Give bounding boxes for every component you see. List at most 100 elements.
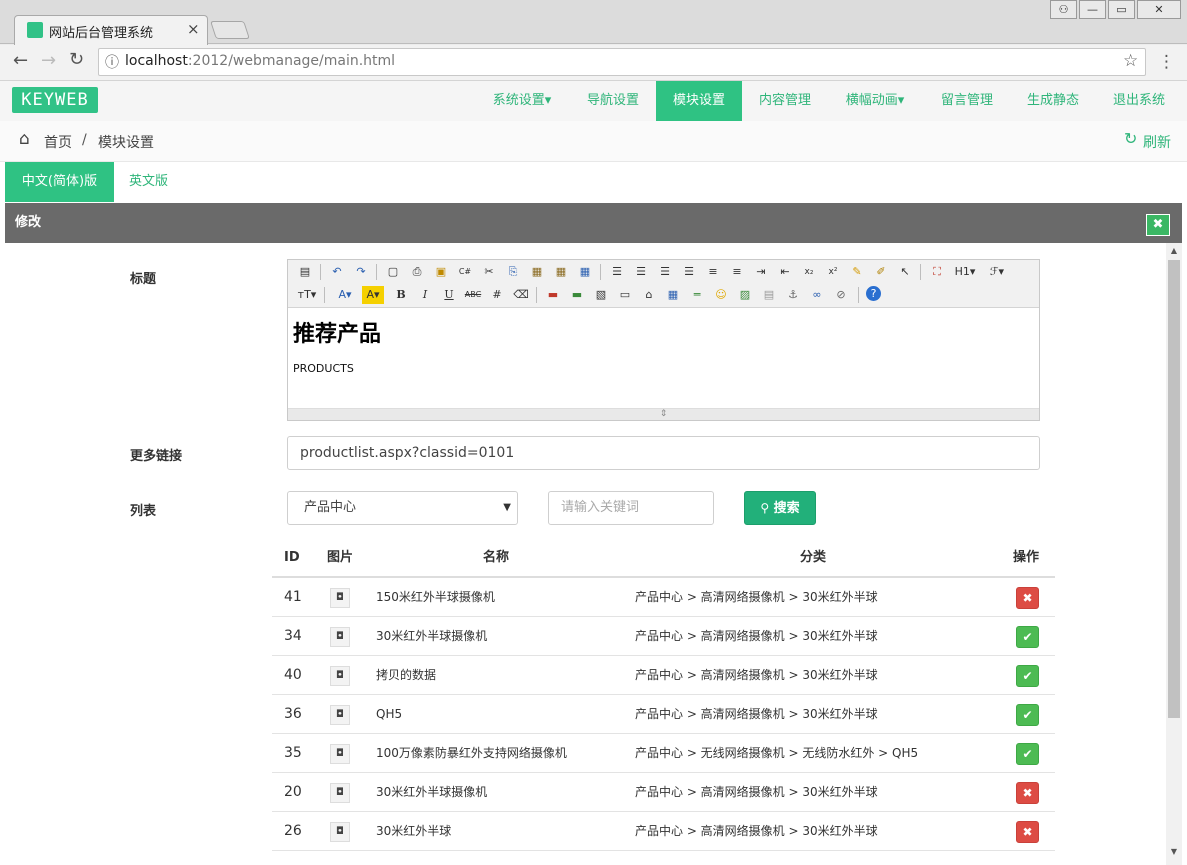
tab-close-icon[interactable]: × xyxy=(187,20,200,38)
select-all-icon[interactable]: ✐ xyxy=(872,263,890,281)
keyweb-logo[interactable]: KEYWEB xyxy=(12,87,98,113)
selected-check-button[interactable]: ✔ xyxy=(1016,704,1039,726)
italic-icon[interactable]: I xyxy=(416,286,434,304)
nav-module-settings[interactable]: 模块设置 xyxy=(656,81,742,121)
maximize-button[interactable]: ▭ xyxy=(1108,0,1135,19)
refresh-icon[interactable]: ↻ xyxy=(1124,129,1137,148)
scroll-up-arrow[interactable]: ▲ xyxy=(1166,246,1182,258)
nav-generate-static[interactable]: 生成静态 xyxy=(1011,81,1095,121)
multi-image-icon[interactable]: ▬ xyxy=(568,286,586,304)
insert-picture-icon[interactable]: ▨ xyxy=(736,286,754,304)
product-thumbnail-icon[interactable]: ◘ xyxy=(330,627,350,647)
underline-icon[interactable]: U xyxy=(440,286,458,304)
close-panel-button[interactable]: ✖ xyxy=(1146,214,1170,236)
align-left-icon[interactable]: ☰ xyxy=(608,263,626,281)
source-icon[interactable]: ▤ xyxy=(296,263,314,281)
more-link-input[interactable]: productlist.aspx?classid=0101 xyxy=(287,436,1040,470)
row-name[interactable]: 拷贝的数据 xyxy=(376,656,436,695)
scroll-down-arrow[interactable]: ▼ xyxy=(1166,847,1182,859)
refresh-link[interactable]: 刷新 xyxy=(1143,132,1171,152)
address-bar[interactable]: ⓘ localhost:2012/webmanage/main.html ☆ xyxy=(98,48,1146,76)
subscript-icon[interactable]: x₂ xyxy=(800,263,818,281)
bold-icon[interactable]: B xyxy=(392,286,410,304)
paste-word-icon[interactable]: ▦ xyxy=(576,263,594,281)
paste-text-icon[interactable]: ▦ xyxy=(552,263,570,281)
product-thumbnail-icon[interactable]: ◘ xyxy=(330,705,350,725)
font-color-icon[interactable]: A▾ xyxy=(334,286,356,304)
preview-icon[interactable]: ▢ xyxy=(384,263,402,281)
align-right-icon[interactable]: ☰ xyxy=(656,263,674,281)
font-size-icon[interactable]: тT▾ xyxy=(296,286,318,304)
table-icon[interactable]: ▦ xyxy=(664,286,682,304)
ordered-list-icon[interactable]: ≡ xyxy=(704,263,722,281)
product-thumbnail-icon[interactable]: ◘ xyxy=(330,822,350,842)
highlight-color-icon[interactable]: A▾ xyxy=(362,286,384,304)
emoticon-icon[interactable]: ☺ xyxy=(712,286,730,304)
link-icon[interactable]: ∞ xyxy=(808,286,826,304)
row-name[interactable]: QH5 xyxy=(376,695,402,734)
search-button[interactable]: ⚲ 搜索 xyxy=(744,491,816,525)
editor-resize-handle[interactable]: ⇕ xyxy=(288,408,1039,420)
selected-check-button[interactable]: ✔ xyxy=(1016,626,1039,648)
home-icon[interactable]: ⌂ xyxy=(19,129,30,149)
site-info-icon[interactable]: ⓘ xyxy=(105,52,119,72)
code-icon[interactable]: C# xyxy=(456,263,474,281)
breadcrumb-home[interactable]: 首页 xyxy=(44,132,72,152)
paste-icon[interactable]: ▦ xyxy=(528,263,546,281)
remove-button[interactable]: ✖ xyxy=(1016,587,1039,609)
selected-check-button[interactable]: ✔ xyxy=(1016,665,1039,687)
back-icon[interactable]: ← xyxy=(13,50,28,71)
fullscreen-icon[interactable]: ⛶ xyxy=(928,263,946,281)
superscript-icon[interactable]: x² xyxy=(824,263,842,281)
remove-button[interactable]: ✖ xyxy=(1016,782,1039,804)
scrollbar-thumb[interactable] xyxy=(1168,260,1180,718)
attachment-icon[interactable]: ⌂ xyxy=(640,286,658,304)
forward-icon[interactable]: → xyxy=(41,50,56,71)
template-icon[interactable]: ▣ xyxy=(432,263,450,281)
page-break-icon[interactable]: ▤ xyxy=(760,286,778,304)
cut-icon[interactable]: ✂ xyxy=(480,263,498,281)
remove-button[interactable]: ✖ xyxy=(1016,821,1039,843)
justify-icon[interactable]: ☰ xyxy=(680,263,698,281)
selected-check-button[interactable]: ✔ xyxy=(1016,743,1039,765)
eraser-icon[interactable]: ⌫ xyxy=(512,286,530,304)
browser-tab[interactable]: 网站后台管理系统 × xyxy=(14,15,208,45)
tab-chinese[interactable]: 中文(简体)版 xyxy=(5,162,114,202)
nav-content-management[interactable]: 内容管理 xyxy=(743,81,827,121)
category-select[interactable]: 产品中心 ▼ xyxy=(287,491,518,525)
browser-menu-icon[interactable]: ⋮ xyxy=(1158,52,1175,72)
copy-icon[interactable]: ⎘ xyxy=(504,263,522,281)
nav-system-settings[interactable]: 系统设置▾ xyxy=(477,81,567,121)
minimize-button[interactable]: — xyxy=(1079,0,1106,19)
flash-icon[interactable]: ▧ xyxy=(592,286,610,304)
unordered-list-icon[interactable]: ≡ xyxy=(728,263,746,281)
row-name[interactable]: 30米红外半球 xyxy=(376,812,451,851)
nav-navigation-settings[interactable]: 导航设置 xyxy=(571,81,655,121)
bookmark-star-icon[interactable]: ☆ xyxy=(1123,51,1138,71)
media-icon[interactable]: ▭ xyxy=(616,286,634,304)
help-icon[interactable]: ? xyxy=(866,286,881,301)
table-grid-icon[interactable]: # xyxy=(488,286,506,304)
row-name[interactable]: 100万像素防暴红外支持网络摄像机 xyxy=(376,734,567,773)
product-thumbnail-icon[interactable]: ◘ xyxy=(330,783,350,803)
product-thumbnail-icon[interactable]: ◘ xyxy=(330,588,350,608)
nav-message-management[interactable]: 留言管理 xyxy=(925,81,1009,121)
tab-english[interactable]: 英文版 xyxy=(114,162,183,202)
product-thumbnail-icon[interactable]: ◘ xyxy=(330,744,350,764)
rich-text-editor[interactable]: ▤ ↶ ↷ ▢ ⎙ ▣ C# ✂ ⎘ ▦ ▦ ▦ ☰ ☰ ☰ ☰ ≡ ≡ ⇥ ⇤… xyxy=(287,259,1040,421)
product-thumbnail-icon[interactable]: ◘ xyxy=(330,666,350,686)
unlink-icon[interactable]: ⊘ xyxy=(832,286,850,304)
row-name[interactable]: 150米红外半球摄像机 xyxy=(376,578,495,617)
nav-logout[interactable]: 退出系统 xyxy=(1097,81,1181,121)
row-name[interactable]: 30米红外半球摄像机 xyxy=(376,617,487,656)
profile-icon[interactable]: ⚇ xyxy=(1050,0,1077,19)
nav-banner-animation[interactable]: 横幅动画▾ xyxy=(830,81,920,121)
row-name[interactable]: 30米红外半球摄像机 xyxy=(376,773,487,812)
keyword-input[interactable]: 请输入关键词 xyxy=(548,491,714,525)
strikethrough-icon[interactable]: ABC xyxy=(464,286,482,304)
align-center-icon[interactable]: ☰ xyxy=(632,263,650,281)
anchor-icon[interactable]: ⚓ xyxy=(784,286,802,304)
font-family-icon[interactable]: ℱ▾ xyxy=(986,263,1008,281)
reload-icon[interactable]: ↻ xyxy=(69,49,84,70)
image-icon[interactable]: ▬ xyxy=(544,286,562,304)
